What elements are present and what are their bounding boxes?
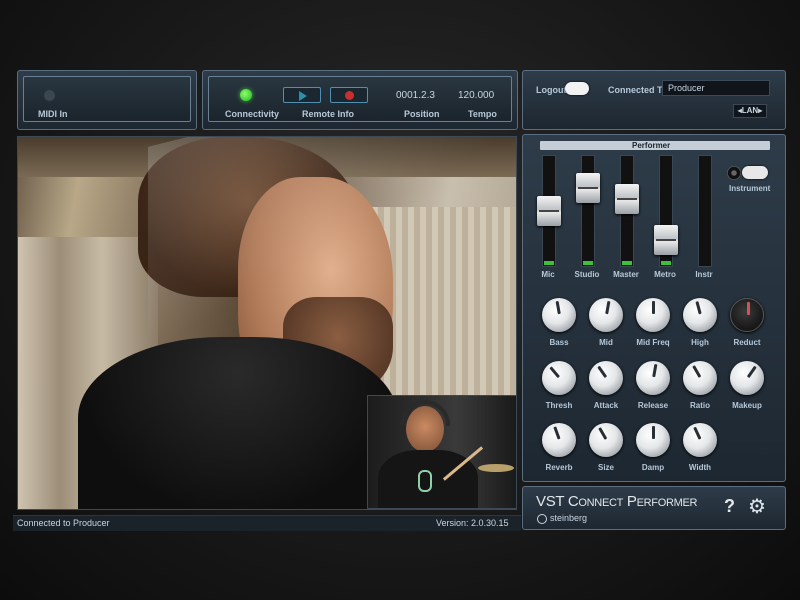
fader-meter-led (583, 261, 593, 265)
record-button[interactable] (330, 87, 368, 103)
instrument-label: Instrument (729, 184, 771, 193)
connected-to-value: Producer (668, 83, 705, 93)
knob-makeup[interactable] (730, 361, 764, 395)
settings-gear-icon[interactable]: ⚙ (748, 494, 766, 519)
knob-label: Makeup (732, 401, 762, 410)
fader-track-studio[interactable] (581, 155, 595, 267)
knob-width[interactable] (683, 423, 717, 457)
fader-meter-led (622, 261, 632, 265)
logout-toggle[interactable] (565, 82, 589, 95)
knob-mid[interactable] (589, 298, 623, 332)
version-text: Version: 2.0.30.15 (436, 518, 509, 528)
instrument-jack-icon (727, 166, 741, 180)
play-button[interactable] (283, 87, 321, 103)
connected-to-label: Connected To (608, 85, 668, 95)
position-label: Position (404, 109, 440, 119)
knob-thresh[interactable] (542, 361, 576, 395)
knob-reverb[interactable] (542, 423, 576, 457)
knob-high[interactable] (683, 298, 717, 332)
fader-label: Instr (695, 270, 713, 279)
knob-mid-freq[interactable] (636, 298, 670, 332)
position-value: 0001.2.3 (396, 90, 435, 101)
knob-attack[interactable] (589, 361, 623, 395)
fader-thumb-master[interactable] (615, 183, 639, 214)
play-icon (299, 91, 307, 101)
knob-label: Reduct (733, 338, 761, 347)
knob-ratio[interactable] (683, 361, 717, 395)
lan-right-icon[interactable]: ▸ (758, 106, 762, 115)
shirt-graphic (418, 470, 432, 492)
steinberg-logo-icon (537, 514, 547, 524)
knob-damp[interactable] (636, 423, 670, 457)
knob-release[interactable] (636, 361, 670, 395)
logout-label: Logout (536, 85, 567, 95)
self-view-inset (367, 395, 516, 509)
video-feed (17, 136, 517, 510)
midi-in-label: MIDI In (38, 109, 68, 119)
company-name: steinberg (550, 513, 588, 523)
knob-reduct[interactable] (730, 298, 764, 332)
instrument-toggle[interactable] (742, 166, 768, 179)
product-name: VST Connect Performer (536, 493, 698, 510)
fader-meter-led (661, 261, 671, 265)
knob-size[interactable] (589, 423, 623, 457)
cymbal (478, 464, 514, 472)
remote-info-label: Remote Info (302, 109, 355, 119)
fader-thumb-mic[interactable] (537, 196, 561, 226)
fader-thumb-studio[interactable] (576, 173, 600, 204)
headphones-icon (400, 400, 450, 426)
lan-label: LAN (741, 106, 759, 115)
knob-bass[interactable] (542, 298, 576, 332)
connection-panel (522, 70, 786, 130)
performer-title: Performer (632, 141, 671, 150)
status-text: Connected to Producer (17, 518, 110, 528)
knob-label: Width (688, 463, 712, 472)
performer-shirt (78, 337, 398, 509)
connectivity-led (240, 89, 252, 101)
fader-track-instr[interactable] (698, 155, 712, 267)
midi-indicator (44, 90, 55, 101)
fader-thumb-metro[interactable] (654, 224, 678, 255)
record-icon (345, 91, 354, 100)
lan-selector[interactable]: ◂LAN▸ (733, 104, 767, 118)
fader-meter-led (544, 261, 554, 265)
tempo-label: Tempo (468, 109, 497, 119)
tempo-value: 120.000 (458, 90, 495, 101)
connectivity-label: Connectivity (225, 109, 280, 119)
help-icon[interactable]: ? (724, 496, 735, 517)
